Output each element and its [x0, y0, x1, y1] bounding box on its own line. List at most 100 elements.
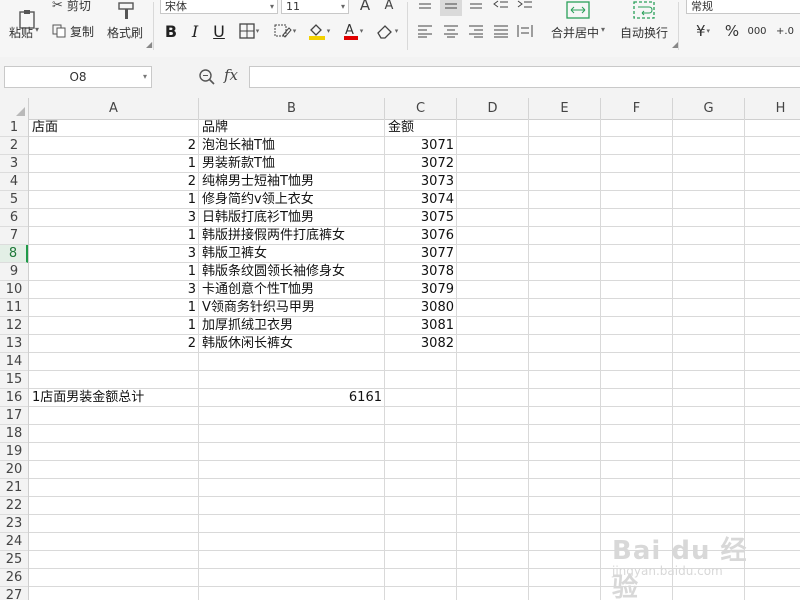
row-header-2[interactable]: 2: [0, 137, 28, 155]
table-cell-store[interactable]: 1: [29, 191, 199, 209]
table-cell-amount[interactable]: 3071: [385, 137, 457, 155]
insert-function-button[interactable]: fx: [224, 66, 238, 84]
table-cell-brand[interactable]: 加厚抓绒卫衣男: [199, 317, 385, 335]
wrap-text-button[interactable]: [628, 0, 660, 22]
table-cell-store[interactable]: 1: [29, 227, 199, 245]
table-cell-amount[interactable]: 3075: [385, 209, 457, 227]
table-cell-amount[interactable]: 3079: [385, 281, 457, 299]
row-header-22[interactable]: 22: [0, 497, 28, 515]
table-cell-store[interactable]: 2: [29, 173, 199, 191]
table-cell-brand[interactable]: 修身简约v领上衣女: [199, 191, 385, 209]
cut-button[interactable]: ✂ 剪切: [52, 0, 100, 13]
table-cell-store[interactable]: 2: [29, 137, 199, 155]
table-cell-brand[interactable]: 韩版拼接假两件打底裤女: [199, 227, 385, 245]
table-cell-amount[interactable]: 3082: [385, 335, 457, 353]
table-cell-brand[interactable]: 卡通创意个性T恤男: [199, 281, 385, 299]
row-header-4[interactable]: 4: [0, 173, 28, 191]
column-header-d[interactable]: D: [457, 98, 529, 119]
table-cell-amount[interactable]: 3080: [385, 299, 457, 317]
table-cell-amount[interactable]: 3078: [385, 263, 457, 281]
row-header-9[interactable]: 9: [0, 263, 28, 281]
table-cell-store[interactable]: 1: [29, 317, 199, 335]
cell-c1-header[interactable]: 金额: [385, 119, 457, 137]
table-cell-brand[interactable]: 泡泡长袖T恤: [199, 137, 385, 155]
table-cell-brand[interactable]: 韩版休闲长裤女: [199, 335, 385, 353]
font-size-select[interactable]: 11 ▾: [281, 0, 349, 14]
font-color-button[interactable]: A ▾: [338, 20, 368, 42]
column-header-c[interactable]: C: [385, 98, 457, 119]
column-header-g[interactable]: G: [673, 98, 745, 119]
zoom-icon[interactable]: [198, 68, 216, 89]
row-header-27[interactable]: 27: [0, 587, 28, 600]
row-header-16[interactable]: 16: [0, 389, 28, 407]
table-cell-amount[interactable]: 3074: [385, 191, 457, 209]
dialog-launcher-icon[interactable]: ◢: [146, 40, 152, 49]
column-header-a[interactable]: A: [29, 98, 199, 119]
bold-button[interactable]: B: [160, 20, 182, 42]
row-header-18[interactable]: 18: [0, 425, 28, 443]
column-header-f[interactable]: F: [601, 98, 673, 119]
row-header-11[interactable]: 11: [0, 299, 28, 317]
align-middle-button[interactable]: [440, 0, 462, 16]
increase-decimal-button[interactable]: +.0: [772, 20, 798, 42]
table-cell-brand[interactable]: 韩版条纹圆领长袖修身女: [199, 263, 385, 281]
distributed-button[interactable]: [514, 20, 536, 42]
align-right-button[interactable]: [465, 20, 487, 42]
table-cell-amount[interactable]: 3076: [385, 227, 457, 245]
table-cell-brand[interactable]: 纯棉男士短袖T恤男: [199, 173, 385, 191]
row-header-14[interactable]: 14: [0, 353, 28, 371]
align-center-button[interactable]: [440, 20, 462, 42]
number-format-select[interactable]: 常规: [686, 0, 800, 14]
row-header-6[interactable]: 6: [0, 209, 28, 227]
name-box[interactable]: O8 ▾: [4, 66, 152, 88]
select-all-button[interactable]: [0, 98, 29, 119]
row-header-20[interactable]: 20: [0, 461, 28, 479]
table-cell-amount[interactable]: 3072: [385, 155, 457, 173]
table-cell-store[interactable]: 1: [29, 299, 199, 317]
table-cell-store[interactable]: 3: [29, 245, 199, 263]
row-header-17[interactable]: 17: [0, 407, 28, 425]
fill-color-button[interactable]: ▾: [304, 20, 334, 42]
row-header-25[interactable]: 25: [0, 551, 28, 569]
cell-b16-total-value[interactable]: 6161: [199, 389, 385, 407]
row-header-23[interactable]: 23: [0, 515, 28, 533]
shrink-font-button[interactable]: A: [379, 0, 399, 14]
currency-button[interactable]: ¥ ▾: [688, 20, 718, 42]
thousands-separator-button[interactable]: 000: [746, 20, 768, 42]
column-header-e[interactable]: E: [529, 98, 601, 119]
row-header-10[interactable]: 10: [0, 281, 28, 299]
justify-button[interactable]: [490, 20, 512, 42]
row-header-26[interactable]: 26: [0, 569, 28, 587]
cell-b1-header[interactable]: 品牌: [199, 119, 385, 137]
row-header-19[interactable]: 19: [0, 443, 28, 461]
font-name-select[interactable]: 宋体 ▾: [160, 0, 278, 14]
table-cell-brand[interactable]: V领商务针织马甲男: [199, 299, 385, 317]
align-left-button[interactable]: [414, 20, 436, 42]
table-cell-store[interactable]: 1: [29, 155, 199, 173]
increase-indent-button[interactable]: [514, 0, 536, 16]
clear-format-button[interactable]: ▾: [270, 20, 300, 42]
italic-button[interactable]: I: [184, 20, 206, 42]
table-cell-store[interactable]: 1: [29, 263, 199, 281]
align-bottom-button[interactable]: [465, 0, 487, 16]
row-header-7[interactable]: 7: [0, 227, 28, 245]
merge-center-button[interactable]: [554, 0, 602, 22]
table-cell-store[interactable]: 3: [29, 209, 199, 227]
table-cell-amount[interactable]: 3073: [385, 173, 457, 191]
align-top-button[interactable]: [414, 0, 436, 16]
table-cell-amount[interactable]: 3081: [385, 317, 457, 335]
borders-button[interactable]: ▾: [234, 20, 264, 42]
cell-a16-total-label[interactable]: 1店面男装金额总计: [29, 389, 199, 407]
row-header-24[interactable]: 24: [0, 533, 28, 551]
row-header-21[interactable]: 21: [0, 479, 28, 497]
row-header-3[interactable]: 3: [0, 155, 28, 173]
grow-font-button[interactable]: A: [355, 0, 375, 14]
row-header-15[interactable]: 15: [0, 371, 28, 389]
table-cell-store[interactable]: 3: [29, 281, 199, 299]
row-header-8[interactable]: 8: [0, 245, 28, 263]
row-header-12[interactable]: 12: [0, 317, 28, 335]
column-header-h[interactable]: H: [745, 98, 800, 119]
percent-button[interactable]: %: [722, 20, 742, 42]
decrease-indent-button[interactable]: [490, 0, 512, 16]
row-header-1[interactable]: 1: [0, 119, 28, 137]
